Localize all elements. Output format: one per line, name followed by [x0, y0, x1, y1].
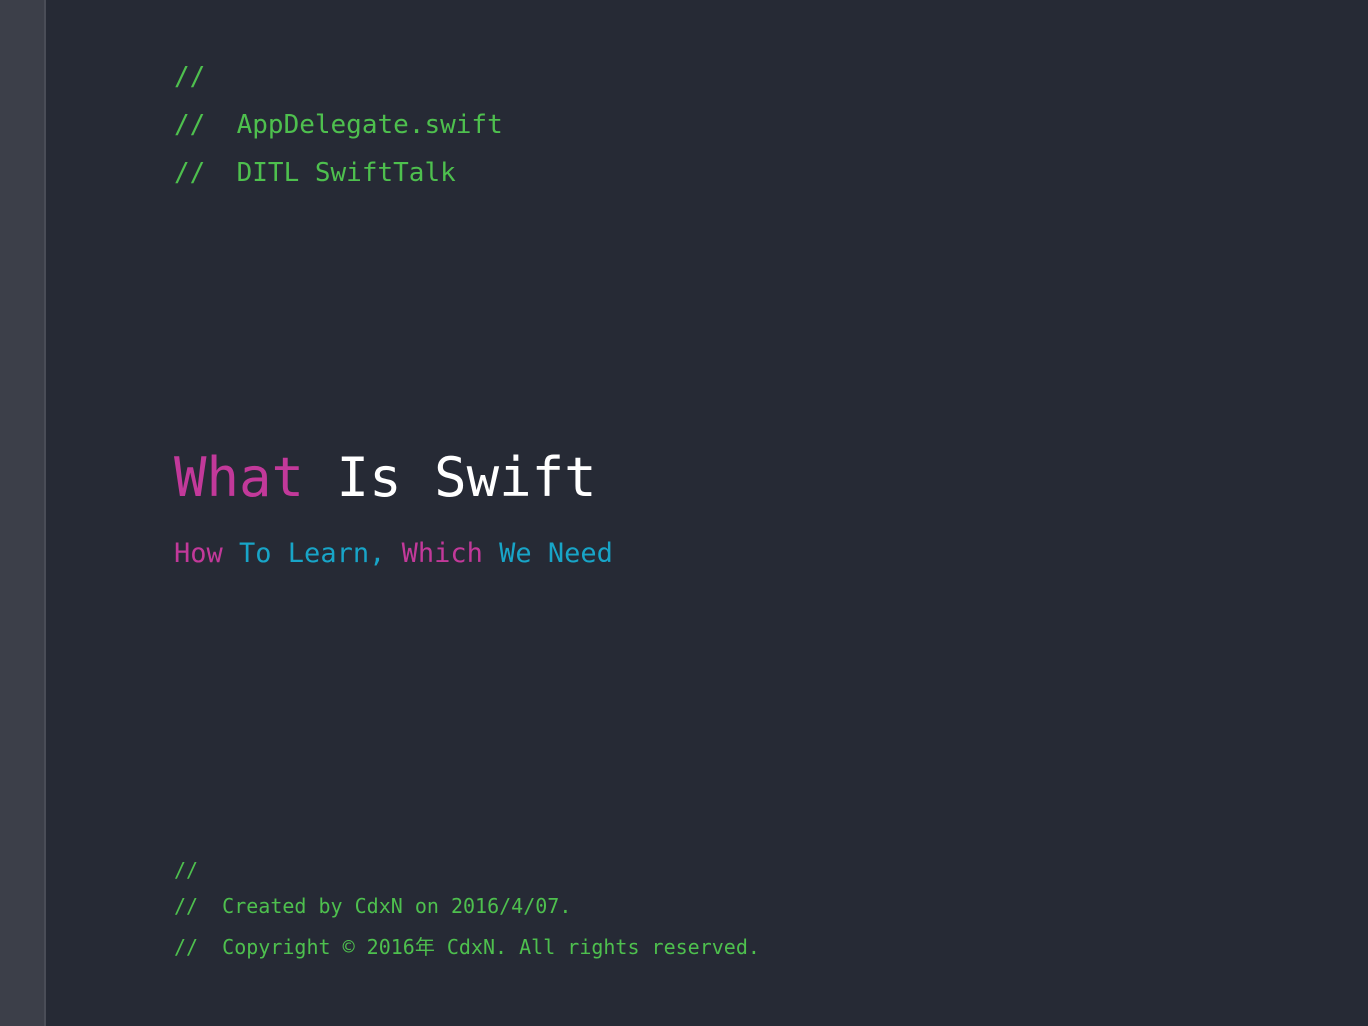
page-subtitle: How To Learn, Which We Need: [174, 538, 613, 569]
title-keyword: What: [174, 446, 305, 509]
subtitle-words-we-need: We Need: [482, 538, 613, 569]
page-title: What Is Swift: [174, 446, 597, 509]
header-comment-filename: // AppDelegate.swift: [174, 110, 503, 140]
footer-comment-created: // Created by CdxN on 2016/4/07.: [174, 894, 572, 918]
footer-comment-copyright: // Copyright © 2016年 CdxN. All rights re…: [174, 935, 760, 959]
editor-gutter: [0, 0, 46, 1026]
code-editor[interactable]: // // AppDelegate.swift // DITL SwiftTal…: [46, 0, 1368, 1026]
header-comment-line-1: //: [174, 62, 206, 92]
subtitle-word-how: How: [174, 538, 223, 569]
subtitle-word-which: Which: [385, 538, 483, 569]
subtitle-words-to-learn: To Learn,: [222, 538, 386, 569]
title-text: Is Swift: [304, 446, 597, 509]
header-comment-project: // DITL SwiftTalk: [174, 158, 456, 188]
footer-comment-line-1: //: [174, 858, 199, 882]
